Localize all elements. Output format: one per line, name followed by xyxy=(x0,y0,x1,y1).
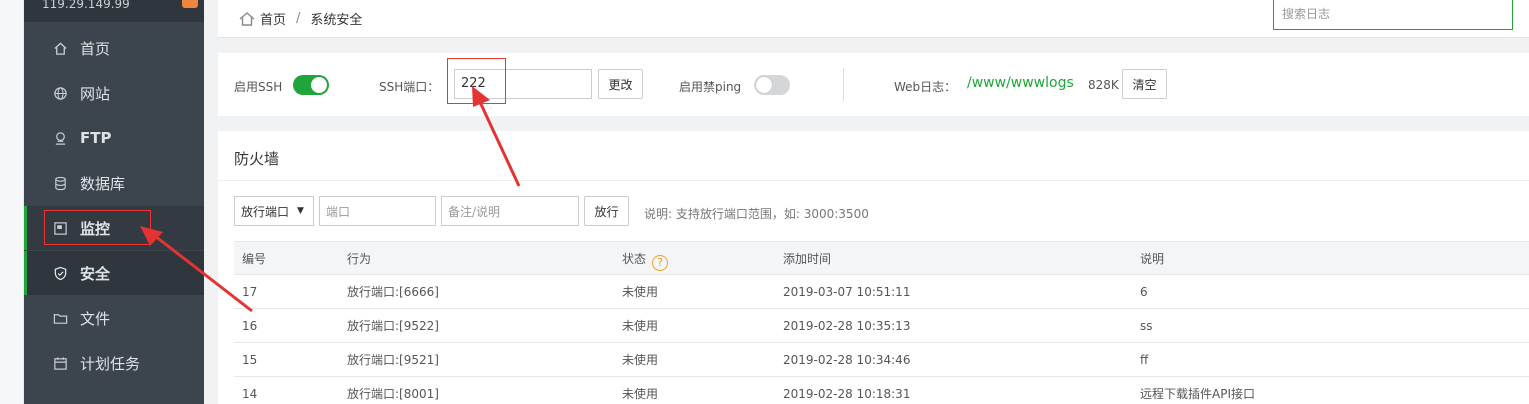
firewall-hint: 说明: 支持放行端口范围，如: 3000:3500 xyxy=(644,207,869,221)
weblog-path-link[interactable]: /www/wwwlogs xyxy=(967,75,1074,91)
breadcrumb-current: 系统安全 xyxy=(310,13,363,28)
table-row: 15 放行端口:[9521] 未使用 2019-02-28 10:34:46 f… xyxy=(234,343,1529,377)
row-note: 远程下载插件API接口 xyxy=(1140,387,1255,401)
table-row: 14 放行端口:[8001] 未使用 2019-02-28 10:18:31 远… xyxy=(234,377,1529,404)
table-row: 17 放行端口:[6666] 未使用 2019-03-07 10:51:11 6 xyxy=(234,275,1529,309)
sidebar-item-files[interactable]: 文件 xyxy=(24,296,204,340)
firewall-table: 编号 行为 状态? 添加时间 说明 17 放行端口:[6666] 未使用 201… xyxy=(234,241,1529,404)
breadcrumb-home[interactable]: 首页 xyxy=(238,9,286,28)
calendar-icon xyxy=(52,355,68,371)
port-input[interactable]: 端口 xyxy=(319,196,436,226)
security-settings-panel: 启用SSH SSH端口： 222 更改 启用禁ping Web日志： /www/… xyxy=(218,53,1529,116)
sidebar-item-label: 监控 xyxy=(80,219,111,238)
row-status: 未使用 xyxy=(622,353,659,367)
toggle-knob xyxy=(311,77,327,93)
server-host: 119.29.149.99 xyxy=(24,0,204,22)
row-time: 2019-02-28 10:34:46 xyxy=(783,353,911,367)
database-icon xyxy=(52,175,68,191)
breadcrumb-separator: / xyxy=(296,11,301,26)
ftp-icon xyxy=(52,130,68,146)
row-note: 6 xyxy=(1140,285,1148,299)
column-header: 添加时间 xyxy=(783,252,832,266)
row-action: 放行端口:[9521] xyxy=(347,353,439,367)
allow-port-button[interactable]: 放行 xyxy=(584,196,629,226)
sidebar: 119.29.149.99 首页 网站 FTP 数据库 监控 安全 文件 计划任… xyxy=(24,0,204,404)
row-action: 放行端口:[8001] xyxy=(347,387,439,401)
toggle-knob xyxy=(756,77,772,93)
divider xyxy=(218,180,1529,181)
table-row: 16 放行端口:[9522] 未使用 2019-02-28 10:35:13 s… xyxy=(234,309,1529,343)
notification-badge[interactable] xyxy=(182,0,198,8)
caret-down-icon: ▼ xyxy=(297,206,304,216)
ping-label: 启用禁ping xyxy=(679,80,742,94)
sidebar-item-database[interactable]: 数据库 xyxy=(24,161,204,205)
ssh-port-label: SSH端口： xyxy=(379,80,440,94)
row-id: 16 xyxy=(242,319,258,333)
row-action: 放行端口:[9522] xyxy=(347,319,439,333)
sidebar-item-label: FTP xyxy=(80,129,112,147)
firewall-panel: 防火墙 放行端口 ▼ 端口 备注/说明 放行 说明: 支持放行端口范围，如: 3… xyxy=(218,131,1529,404)
monitor-icon xyxy=(52,220,68,236)
folder-icon xyxy=(52,310,68,326)
search-log-input[interactable]: 搜索日志 xyxy=(1273,0,1513,30)
sidebar-item-ftp[interactable]: FTP xyxy=(24,116,204,160)
row-action: 放行端口:[6666] xyxy=(347,285,439,299)
row-id: 17 xyxy=(242,285,258,299)
left-edge-strip xyxy=(0,0,24,404)
sidebar-item-label: 网站 xyxy=(80,84,111,103)
sidebar-item-cron[interactable]: 计划任务 xyxy=(24,341,204,385)
sidebar-item-monitor[interactable]: 监控 xyxy=(24,206,204,250)
globe-icon xyxy=(52,85,68,101)
sidebar-item-security[interactable]: 安全 xyxy=(24,251,204,295)
row-id: 14 xyxy=(242,387,258,401)
server-host-ip: 119.29.149.99 xyxy=(42,0,130,11)
weblog-size: 828K xyxy=(1088,78,1119,92)
column-header: 状态 xyxy=(622,252,647,266)
sidebar-item-website[interactable]: 网站 xyxy=(24,71,204,115)
column-header-status: 状态? xyxy=(622,242,669,276)
sidebar-item-label: 首页 xyxy=(80,39,111,58)
row-time: 2019-02-28 10:35:13 xyxy=(783,319,911,333)
row-time: 2019-03-07 10:51:11 xyxy=(783,285,911,299)
firewall-title: 防火墙 xyxy=(234,150,280,168)
sidebar-item-home[interactable]: 首页 xyxy=(24,26,204,70)
home-icon xyxy=(239,11,255,26)
home-icon xyxy=(52,40,68,56)
column-header: 行为 xyxy=(347,252,372,266)
ssh-toggle[interactable] xyxy=(293,75,329,95)
rule-type-value: 放行端口 xyxy=(241,204,290,219)
column-header: 说明 xyxy=(1140,252,1165,266)
sidebar-item-label: 安全 xyxy=(80,264,111,283)
sidebar-item-label: 数据库 xyxy=(80,174,126,193)
ping-toggle[interactable] xyxy=(754,75,790,95)
row-time: 2019-02-28 10:18:31 xyxy=(783,387,911,401)
rule-type-select[interactable]: 放行端口 ▼ xyxy=(234,196,314,226)
sidebar-item-label: 文件 xyxy=(80,309,111,328)
change-port-button[interactable]: 更改 xyxy=(598,69,643,99)
clear-log-button[interactable]: 清空 xyxy=(1122,69,1167,99)
shield-icon xyxy=(52,265,68,281)
sidebar-item-label: 计划任务 xyxy=(80,354,141,373)
column-header: 编号 xyxy=(242,252,267,266)
row-note: ss xyxy=(1140,319,1153,333)
row-id: 15 xyxy=(242,353,258,367)
main-content: 首页 / 系统安全 搜索日志 启用SSH SSH端口： 222 更改 启用禁pi… xyxy=(204,0,1529,404)
row-note: ff xyxy=(1140,353,1149,367)
weblog-label: Web日志： xyxy=(894,80,957,94)
table-header: 编号 行为 状态? 添加时间 说明 xyxy=(234,241,1529,275)
breadcrumb: 首页 / 系统安全 搜索日志 xyxy=(218,0,1529,38)
row-status: 未使用 xyxy=(622,387,659,401)
ssh-port-input[interactable]: 222 xyxy=(454,69,592,99)
breadcrumb-home-label: 首页 xyxy=(260,13,287,28)
note-input[interactable]: 备注/说明 xyxy=(441,196,579,226)
row-status: 未使用 xyxy=(622,319,659,333)
ssh-label: 启用SSH xyxy=(234,80,283,94)
divider xyxy=(843,68,844,101)
help-icon[interactable]: ? xyxy=(652,255,669,271)
row-status: 未使用 xyxy=(622,285,659,299)
